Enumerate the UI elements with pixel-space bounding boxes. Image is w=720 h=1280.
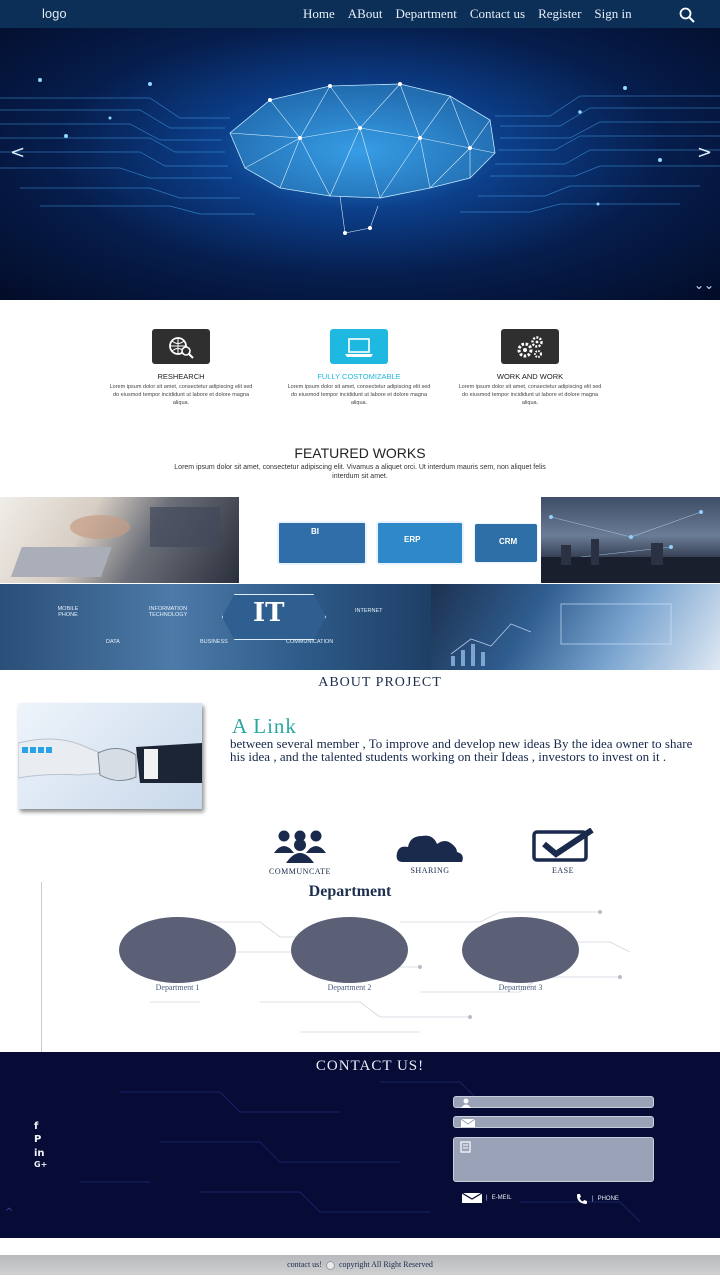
- user-icon: [461, 1098, 471, 1108]
- feature-desc: Lorem ipsum dolor sit amet, consectetur …: [458, 384, 602, 406]
- mail-icon: [462, 1193, 482, 1203]
- internet-label: INTERNET: [355, 608, 383, 614]
- feature-work: WORK AND WORK Lorem ipsum dolor sit amet…: [445, 329, 615, 407]
- department-2-circle[interactable]: [291, 917, 408, 983]
- department-1-circle[interactable]: [119, 917, 236, 983]
- nav-department[interactable]: Department: [395, 6, 456, 22]
- group-icon: [274, 830, 326, 863]
- business-label: BUSINESS: [200, 639, 228, 645]
- logo[interactable]: logo: [42, 6, 67, 21]
- nav-contact[interactable]: Contact us: [470, 6, 525, 22]
- department-2-label[interactable]: Department 2: [291, 983, 408, 992]
- featured-image-bi-erp-crm[interactable]: BI ERP CRM: [239, 497, 541, 583]
- robot-handshake-image: [18, 703, 202, 809]
- department-3-circle[interactable]: [462, 917, 579, 983]
- feature-research: RESHEARCH Lorem ipsum dolor sit amet, co…: [96, 329, 266, 407]
- footer-copyright: copyright All Right Reserved: [338, 1260, 433, 1269]
- feature-title: RESHEARCH: [157, 372, 205, 381]
- phone-label: PHONE: [597, 1196, 619, 1202]
- email-input[interactable]: [453, 1116, 654, 1128]
- it-label: IT: [253, 598, 285, 628]
- feature-title: WORK AND WORK: [496, 372, 564, 381]
- nav-register[interactable]: Register: [538, 6, 581, 22]
- featured-works-title: FEATURED WORKS: [294, 445, 426, 461]
- erp-label: ERP: [404, 535, 421, 544]
- feature-customizable: FULLY COSTOMIZABLE Lorem ipsum dolor sit…: [274, 329, 444, 407]
- cloud-icon: [396, 835, 463, 862]
- footer: contact us! copyright All Right Reserved: [0, 1255, 720, 1275]
- contact-email[interactable]: | E-MEIL: [462, 1193, 512, 1203]
- nav-about[interactable]: ABout: [348, 6, 383, 22]
- back-to-top-icon[interactable]: ^: [5, 1207, 13, 1218]
- department-title: Department: [308, 883, 392, 900]
- feature-title: FULLY COSTOMIZABLE: [317, 372, 401, 381]
- hero-carousel: < > ⌄⌄: [0, 28, 720, 300]
- research-icon: [152, 329, 210, 364]
- sharing-item: SHARING: [375, 832, 485, 875]
- nav-links: Home ABout Department Contact us Registe…: [303, 6, 632, 22]
- facebook-icon[interactable]: f: [34, 1121, 38, 1132]
- about-project-title: ABOUT PROJECT: [318, 675, 442, 690]
- department-3-label[interactable]: Department 3: [462, 983, 579, 992]
- nav-signin[interactable]: Sign in: [594, 6, 631, 22]
- message-textarea[interactable]: [453, 1137, 654, 1182]
- featured-works-desc: Lorem ipsum dolor sit amet, consectetur …: [174, 464, 546, 480]
- contact-title: CONTACT US!: [315, 1058, 425, 1074]
- carousel-next-button[interactable]: >: [697, 142, 712, 163]
- note-icon: [460, 1141, 471, 1153]
- department-1-label[interactable]: Department 1: [119, 983, 236, 992]
- communication-label: COMMUNICATION: [286, 639, 334, 645]
- nav-home[interactable]: Home: [303, 6, 335, 22]
- copyright-icon: [325, 1260, 335, 1270]
- featured-image-laptop-team[interactable]: [0, 497, 239, 583]
- laptop-icon: [330, 329, 388, 364]
- bi-label: BI: [311, 527, 319, 536]
- communicate-label: COMMUNCATE: [269, 867, 331, 876]
- data-label: DATA: [106, 639, 120, 645]
- infotech-label: INFORMATION TECHNOLOGY: [148, 606, 188, 618]
- linkedin-icon[interactable]: in: [34, 1148, 45, 1159]
- pinterest-icon[interactable]: P: [34, 1134, 41, 1145]
- feature-desc: Lorem ipsum dolor sit amet, consectetur …: [287, 384, 431, 406]
- name-input[interactable]: [453, 1096, 654, 1108]
- featured-image-it[interactable]: IT MOBILE PHONE INFORMATION TECHNOLOGY I…: [0, 584, 431, 670]
- featured-image-analytics[interactable]: [431, 584, 720, 670]
- brain-circuit-image: [0, 78, 720, 235]
- ease-label: EASE: [552, 866, 574, 875]
- checkbox-icon: [532, 827, 594, 862]
- envelope-icon: [460, 1118, 476, 1127]
- top-navbar: logo Home ABout Department Contact us Re…: [0, 0, 720, 28]
- feature-desc: Lorem ipsum dolor sit amet, consectetur …: [109, 384, 253, 406]
- scroll-down-icon[interactable]: ⌄⌄: [694, 278, 714, 292]
- about-description: between several member , To improve and …: [230, 736, 693, 764]
- contact-phone[interactable]: | PHONE: [576, 1193, 619, 1205]
- phone-icon: [577, 1194, 587, 1204]
- footer-contact-link[interactable]: contact us!: [287, 1260, 322, 1269]
- communicate-item: COMMUNCATE: [245, 829, 355, 876]
- search-icon[interactable]: [679, 7, 695, 23]
- carousel-prev-button[interactable]: <: [10, 142, 25, 163]
- sharing-label: SHARING: [410, 866, 450, 875]
- gears-icon: [501, 329, 559, 364]
- crm-label: CRM: [499, 537, 518, 546]
- email-label: E-MEIL: [491, 1195, 512, 1201]
- googleplus-icon[interactable]: G+: [34, 1160, 47, 1169]
- mobile-label: MOBILE PHONE: [57, 606, 79, 618]
- ease-item: EASE: [508, 827, 618, 875]
- featured-image-city-network[interactable]: [541, 497, 720, 583]
